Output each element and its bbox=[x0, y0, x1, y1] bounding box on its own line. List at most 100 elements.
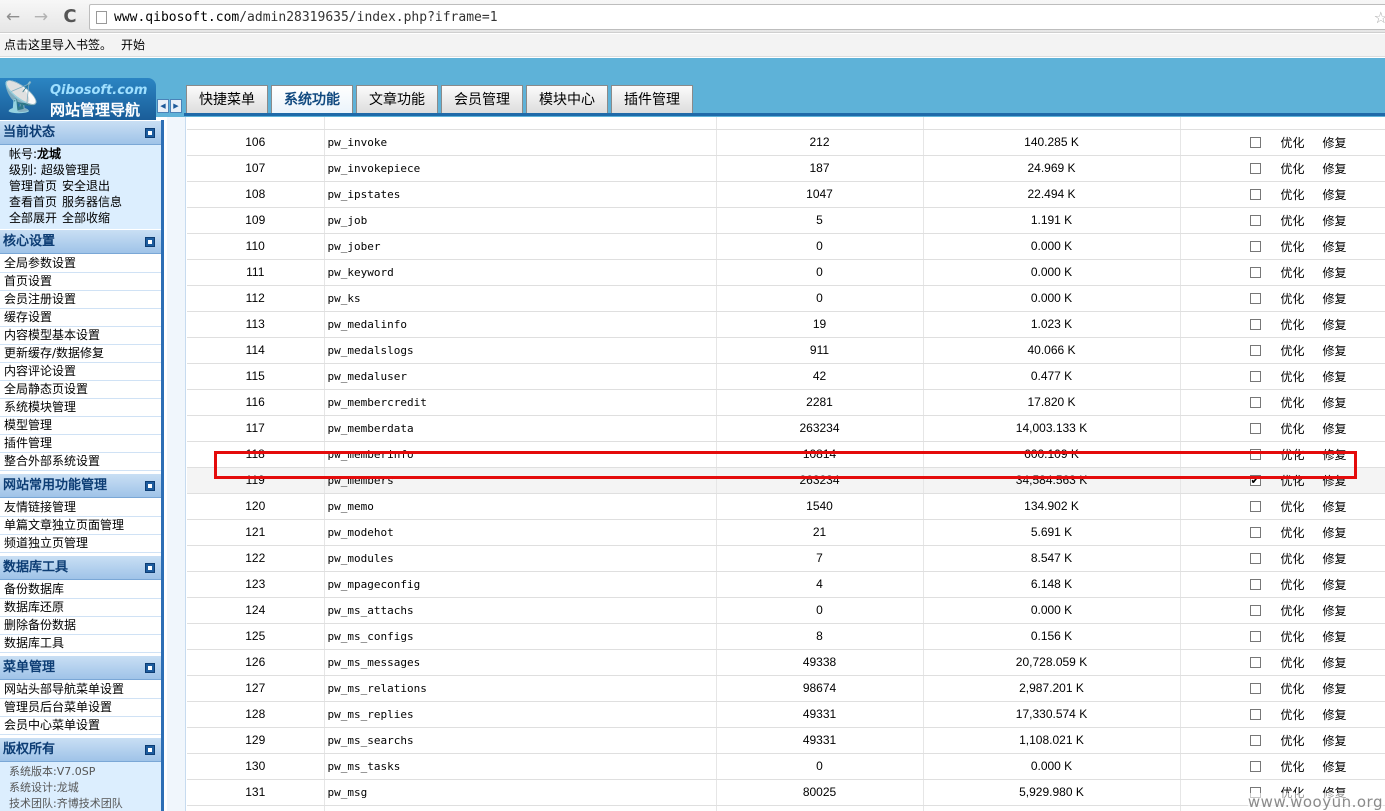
optimize-link[interactable]: 优化 bbox=[1281, 136, 1305, 150]
optimize-link[interactable]: 优化 bbox=[1281, 656, 1305, 670]
address-bar[interactable]: www.qibosoft.com/admin28319635/index.php… bbox=[89, 4, 1385, 30]
sidebar-item[interactable]: 友情链接管理 bbox=[0, 499, 161, 517]
repair-link[interactable]: 修复 bbox=[1323, 604, 1347, 618]
sidebar-item[interactable]: 整合外部系统设置 bbox=[0, 453, 161, 471]
row-checkbox[interactable] bbox=[1249, 682, 1261, 694]
sidebar-head-0[interactable]: 核心设置 bbox=[0, 229, 161, 254]
row-checkbox[interactable] bbox=[1249, 656, 1261, 668]
row-checkbox[interactable] bbox=[1249, 760, 1261, 772]
repair-link[interactable]: 修复 bbox=[1323, 214, 1347, 228]
repair-link[interactable]: 修复 bbox=[1323, 760, 1347, 774]
repair-link[interactable]: 修复 bbox=[1323, 500, 1347, 514]
sidebar-head-status[interactable]: 当前状态 bbox=[0, 120, 161, 145]
sidebar-item[interactable]: 删除备份数据 bbox=[0, 617, 161, 635]
sidebar-item[interactable]: 数据库还原 bbox=[0, 599, 161, 617]
optimize-link[interactable]: 优化 bbox=[1281, 240, 1305, 254]
row-checkbox[interactable] bbox=[1249, 604, 1261, 616]
optimize-link[interactable]: 优化 bbox=[1281, 292, 1305, 306]
sidebar-item[interactable]: 系统模块管理 bbox=[0, 399, 161, 417]
optimize-link[interactable]: 优化 bbox=[1281, 474, 1305, 488]
optimize-link[interactable]: 优化 bbox=[1281, 708, 1305, 722]
sidebar-item[interactable]: 模型管理 bbox=[0, 417, 161, 435]
bookmark-star-icon[interactable]: ☆ bbox=[1374, 8, 1385, 27]
optimize-link[interactable]: 优化 bbox=[1281, 396, 1305, 410]
row-checkbox[interactable] bbox=[1249, 734, 1261, 746]
import-bookmarks-link[interactable]: 点击这里导入书签。 bbox=[4, 38, 112, 52]
collapse-icon[interactable] bbox=[145, 128, 155, 138]
row-checkbox[interactable] bbox=[1249, 162, 1261, 174]
view-home-link[interactable]: 查看首页 bbox=[9, 195, 57, 209]
repair-link[interactable]: 修复 bbox=[1323, 552, 1347, 566]
back-icon[interactable]: ← bbox=[3, 7, 23, 27]
repair-link[interactable]: 修复 bbox=[1323, 448, 1347, 462]
sidebar-item[interactable]: 插件管理 bbox=[0, 435, 161, 453]
optimize-link[interactable]: 优化 bbox=[1281, 526, 1305, 540]
repair-link[interactable]: 修复 bbox=[1323, 344, 1347, 358]
optimize-link[interactable]: 优化 bbox=[1281, 630, 1305, 644]
repair-link[interactable]: 修复 bbox=[1323, 396, 1347, 410]
sidebar-item[interactable]: 全局参数设置 bbox=[0, 255, 161, 273]
server-info-link[interactable]: 服务器信息 bbox=[62, 195, 122, 209]
sidebar-item[interactable]: 缓存设置 bbox=[0, 309, 161, 327]
tab-quick-menu[interactable]: 快捷菜单 bbox=[186, 85, 268, 114]
url-text[interactable]: www.qibosoft.com/admin28319635/index.php… bbox=[114, 10, 498, 25]
optimize-link[interactable]: 优化 bbox=[1281, 760, 1305, 774]
collapse-icon[interactable] bbox=[145, 663, 155, 673]
row-checkbox[interactable]: ✔ bbox=[1249, 474, 1261, 486]
repair-link[interactable]: 修复 bbox=[1323, 266, 1347, 280]
optimize-link[interactable]: 优化 bbox=[1281, 188, 1305, 202]
sidebar-item[interactable]: 首页设置 bbox=[0, 273, 161, 291]
tab-system[interactable]: 系统功能 bbox=[271, 85, 353, 114]
sidebar-head-3[interactable]: 菜单管理 bbox=[0, 655, 161, 680]
row-checkbox[interactable] bbox=[1249, 188, 1261, 200]
admin-home-link[interactable]: 管理首页 bbox=[9, 179, 57, 193]
repair-link[interactable]: 修复 bbox=[1323, 136, 1347, 150]
row-checkbox[interactable] bbox=[1249, 240, 1261, 252]
scroll-left-icon[interactable]: ◀ bbox=[157, 99, 169, 113]
optimize-link[interactable]: 优化 bbox=[1281, 162, 1305, 176]
optimize-link[interactable]: 优化 bbox=[1281, 734, 1305, 748]
sidebar-item[interactable]: 管理员后台菜单设置 bbox=[0, 699, 161, 717]
collapse-icon[interactable] bbox=[145, 237, 155, 247]
row-checkbox[interactable] bbox=[1249, 500, 1261, 512]
row-checkbox[interactable] bbox=[1249, 552, 1261, 564]
row-checkbox[interactable] bbox=[1249, 344, 1261, 356]
repair-link[interactable]: 修复 bbox=[1323, 474, 1347, 488]
row-checkbox[interactable] bbox=[1249, 578, 1261, 590]
repair-link[interactable]: 修复 bbox=[1323, 292, 1347, 306]
repair-link[interactable]: 修复 bbox=[1323, 630, 1347, 644]
sidebar-item[interactable]: 会员注册设置 bbox=[0, 291, 161, 309]
collapse-icon[interactable] bbox=[145, 563, 155, 573]
sidebar-item[interactable]: 频道独立页管理 bbox=[0, 535, 161, 553]
expand-all-link[interactable]: 全部展开 bbox=[9, 211, 57, 225]
repair-link[interactable]: 修复 bbox=[1323, 708, 1347, 722]
row-checkbox[interactable] bbox=[1249, 422, 1261, 434]
logout-link[interactable]: 安全退出 bbox=[62, 179, 110, 193]
sidebar-item[interactable]: 全局静态页设置 bbox=[0, 381, 161, 399]
repair-link[interactable]: 修复 bbox=[1323, 734, 1347, 748]
repair-link[interactable]: 修复 bbox=[1323, 318, 1347, 332]
sidebar-head-copyright[interactable]: 版权所有 bbox=[0, 737, 161, 762]
sidebar-item[interactable]: 会员中心菜单设置 bbox=[0, 717, 161, 735]
row-checkbox[interactable] bbox=[1249, 708, 1261, 720]
row-checkbox[interactable] bbox=[1249, 370, 1261, 382]
row-checkbox[interactable] bbox=[1249, 214, 1261, 226]
repair-link[interactable]: 修复 bbox=[1323, 526, 1347, 540]
optimize-link[interactable]: 优化 bbox=[1281, 448, 1305, 462]
optimize-link[interactable]: 优化 bbox=[1281, 266, 1305, 280]
repair-link[interactable]: 修复 bbox=[1323, 162, 1347, 176]
sidebar-item[interactable]: 更新缓存/数据修复 bbox=[0, 345, 161, 363]
sidebar-item[interactable]: 单篇文章独立页面管理 bbox=[0, 517, 161, 535]
row-checkbox[interactable] bbox=[1249, 292, 1261, 304]
sidebar-item[interactable]: 数据库工具 bbox=[0, 635, 161, 653]
sidebar-item[interactable]: 备份数据库 bbox=[0, 581, 161, 599]
optimize-link[interactable]: 优化 bbox=[1281, 370, 1305, 384]
scroll-right-icon[interactable]: ▶ bbox=[170, 99, 182, 113]
optimize-link[interactable]: 优化 bbox=[1281, 500, 1305, 514]
optimize-link[interactable]: 优化 bbox=[1281, 552, 1305, 566]
optimize-link[interactable]: 优化 bbox=[1281, 682, 1305, 696]
row-checkbox[interactable] bbox=[1249, 448, 1261, 460]
sidebar-item[interactable]: 内容评论设置 bbox=[0, 363, 161, 381]
start-link[interactable]: 开始 bbox=[121, 38, 145, 52]
tab-articles[interactable]: 文章功能 bbox=[356, 85, 438, 114]
